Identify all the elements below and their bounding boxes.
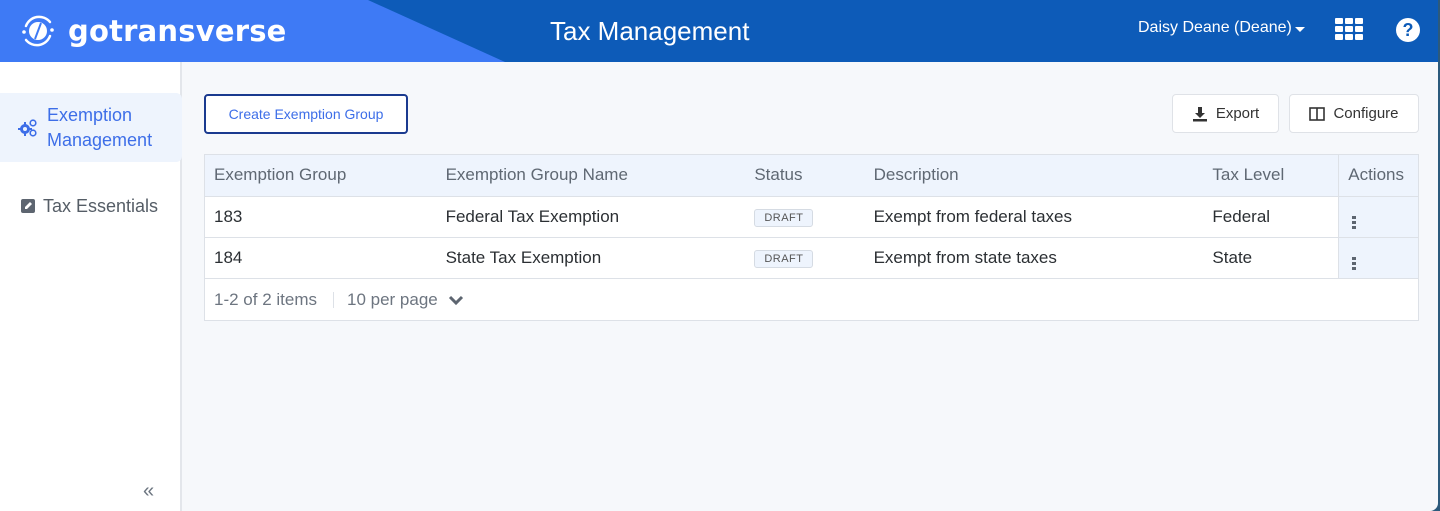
status-badge: DRAFT xyxy=(754,209,814,227)
top-header: gotransverse Tax Management Daisy Deane … xyxy=(0,0,1438,62)
exemption-groups-grid: Exemption Group Exemption Group Name Sta… xyxy=(204,154,1419,321)
download-icon xyxy=(1192,106,1207,121)
cell-description: Exempt from state taxes xyxy=(864,237,1204,279)
cell-tax-level: Federal xyxy=(1203,196,1339,238)
table-row[interactable]: 184 State Tax Exemption DRAFT Exempt fro… xyxy=(205,237,1418,279)
per-page-select[interactable]: 10 per page xyxy=(347,290,464,310)
logo-icon xyxy=(22,15,54,47)
pager-range: 1-2 of 2 items xyxy=(214,290,317,309)
sidebar: Exemption Management Tax Essentials « xyxy=(0,62,182,511)
column-header-description[interactable]: Description xyxy=(864,155,1204,197)
apps-grid-icon[interactable] xyxy=(1335,18,1363,40)
cell-exemption-group: 183 xyxy=(205,196,437,238)
create-exemption-group-button[interactable]: Create Exemption Group xyxy=(204,94,408,134)
logo-text: gotransverse xyxy=(68,14,287,48)
column-header-exemption-group-name[interactable]: Exemption Group Name xyxy=(436,155,746,197)
cell-tax-level: State xyxy=(1203,237,1339,279)
user-name: Daisy Deane (Deane) xyxy=(1138,19,1292,36)
sidebar-item-label: Tax Essentials xyxy=(43,195,159,216)
caret-down-icon xyxy=(1294,26,1305,32)
configure-label: Configure xyxy=(1333,105,1399,122)
sidebar-item-exemption-management[interactable]: Exemption Management xyxy=(0,93,182,162)
column-header-exemption-group[interactable]: Exemption Group xyxy=(205,155,437,197)
cell-exemption-group: 184 xyxy=(205,237,437,279)
cell-status: DRAFT xyxy=(745,196,865,238)
chevron-down-icon xyxy=(448,295,463,306)
export-button[interactable]: Export xyxy=(1172,94,1279,133)
sidebar-item-label: Exemption Management xyxy=(47,104,153,150)
edit-icon xyxy=(18,196,38,216)
user-menu[interactable]: Daisy Deane (Deane) xyxy=(1138,19,1305,37)
export-label: Export xyxy=(1215,105,1260,122)
cell-description: Exempt from federal taxes xyxy=(864,196,1204,238)
pager-divider xyxy=(333,292,334,308)
question-circle-icon[interactable]: ? xyxy=(1396,18,1420,42)
table-header-row: Exemption Group Exemption Group Name Sta… xyxy=(205,155,1418,197)
more-vertical-icon[interactable] xyxy=(1352,216,1357,229)
table-row[interactable]: 183 Federal Tax Exemption DRAFT Exempt f… xyxy=(205,196,1418,238)
cell-actions xyxy=(1338,237,1418,279)
logo[interactable]: gotransverse xyxy=(18,12,287,50)
pager: 1-2 of 2 items 10 per page xyxy=(205,279,1418,321)
column-header-tax-level[interactable]: Tax Level xyxy=(1203,155,1339,197)
columns-icon xyxy=(1309,106,1326,121)
cell-name: State Tax Exemption xyxy=(436,237,746,279)
column-header-status[interactable]: Status xyxy=(745,155,865,197)
status-badge: DRAFT xyxy=(754,250,814,268)
page-title: Tax Management xyxy=(550,16,750,46)
more-vertical-icon[interactable] xyxy=(1352,257,1357,270)
app-window: gotransverse Tax Management Daisy Deane … xyxy=(0,0,1438,511)
cell-name: Federal Tax Exemption xyxy=(436,196,746,238)
collapse-sidebar-icon[interactable]: « xyxy=(143,480,154,503)
cell-actions xyxy=(1338,196,1418,238)
cogs-icon xyxy=(18,118,38,138)
per-page-label: 10 per page xyxy=(347,290,438,309)
configure-button[interactable]: Configure xyxy=(1289,94,1419,133)
sidebar-item-tax-essentials[interactable]: Tax Essentials xyxy=(0,192,182,220)
column-header-actions: Actions xyxy=(1338,155,1418,197)
cell-status: DRAFT xyxy=(745,237,865,279)
